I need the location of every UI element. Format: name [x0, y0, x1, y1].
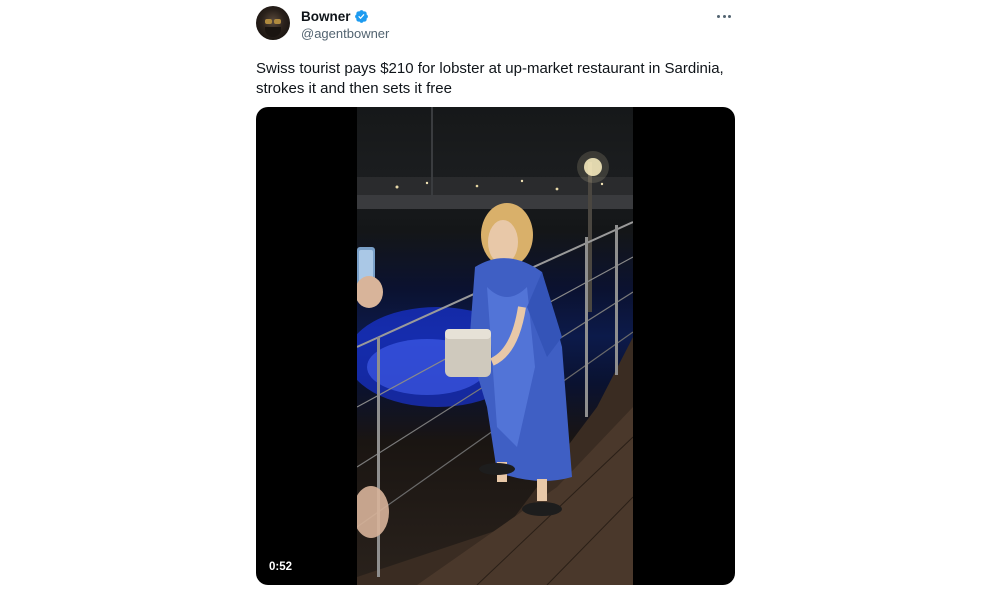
author-avatar[interactable]: [256, 6, 290, 40]
verified-badge-icon: [354, 10, 368, 23]
video-scene-illustration: [357, 107, 633, 585]
tweet-card: Bowner @agentbowner Swiss tourist pays $…: [256, 6, 736, 596]
more-options-icon[interactable]: [714, 9, 734, 23]
avatar-glasses: [265, 19, 281, 24]
author-handle[interactable]: @agentbowner: [301, 26, 389, 41]
video-player[interactable]: 0:52: [256, 107, 735, 585]
author-name-row[interactable]: Bowner: [301, 9, 369, 24]
avatar-beard: [265, 27, 281, 37]
tweet-text: Swiss tourist pays $210 for lobster at u…: [256, 60, 724, 97]
video-frame: [357, 107, 633, 585]
video-duration: 0:52: [265, 559, 297, 575]
author-display-name[interactable]: Bowner: [301, 9, 351, 24]
